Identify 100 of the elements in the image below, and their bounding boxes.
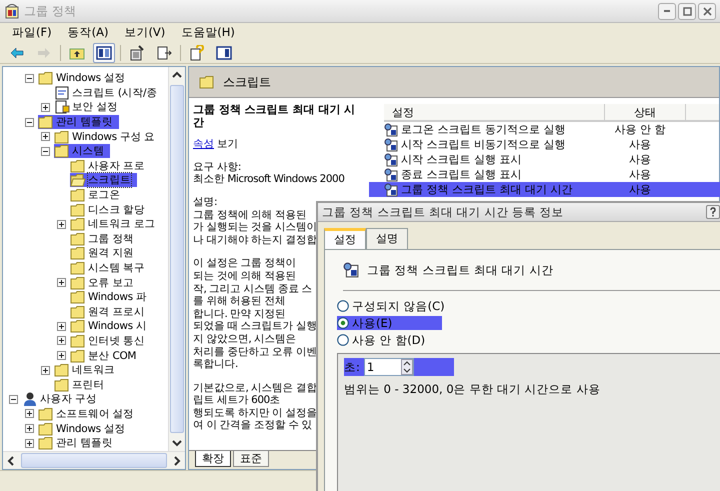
- help-icon: [189, 44, 205, 60]
- help-button[interactable]: [706, 205, 720, 219]
- folder-icon: [38, 422, 54, 436]
- folder-icon: [70, 348, 86, 363]
- folder-icon: [70, 319, 86, 334]
- close-button[interactable]: [698, 2, 716, 20]
- policy-row[interactable]: 로그온 스크립트 동기적으로 실행 사용 안 함: [384, 122, 680, 137]
- tree-item[interactable]: 원격 프로시: [70, 304, 151, 319]
- tree-item[interactable]: 관리 템플릿: [38, 115, 119, 130]
- minimize-button[interactable]: [658, 2, 676, 20]
- tree-item[interactable]: 오류 보고: [70, 276, 140, 290]
- collapse-icon[interactable]: [9, 394, 18, 404]
- tree-item[interactable]: 로그온: [70, 188, 126, 202]
- expand-icon[interactable]: [41, 132, 50, 142]
- tree-item[interactable]: 소프트웨어 설정: [38, 406, 140, 421]
- folder-icon: [38, 71, 54, 86]
- description-paragraph: 기본값으로, 시스템은 결합 립트 세트가 600초 행되도록 하지만 이 설정을 여 이 간격을 조정할 수 있: [193, 382, 318, 432]
- tree-item[interactable]: 분산 COM: [70, 348, 142, 363]
- tree-item[interactable]: 프린터: [54, 378, 110, 392]
- description-label: 설명:: [193, 196, 218, 209]
- tree-item[interactable]: Windows 설정: [38, 422, 132, 436]
- setting-name: 그룹 정책 스크립트 최대 대기 시간: [367, 262, 554, 278]
- menu-item[interactable]: 파일(F): [12, 25, 52, 40]
- expand-icon[interactable]: [57, 322, 66, 331]
- column-header[interactable]: 설정: [384, 104, 605, 120]
- radio-option[interactable]: 사용(E): [337, 316, 442, 330]
- properties-link[interactable]: 속성: [193, 138, 214, 150]
- spin-arrows-icon[interactable]: [400, 359, 413, 375]
- expand-icon[interactable]: [25, 424, 34, 434]
- requirements-label: 요구 사항:: [193, 160, 241, 174]
- close-icon: [702, 6, 712, 16]
- radio-option[interactable]: 구성되지 않음(C): [337, 299, 449, 313]
- user-icon: [22, 392, 38, 406]
- expand-icon[interactable]: [57, 351, 66, 360]
- collapse-icon[interactable]: [41, 146, 50, 156]
- policy-row[interactable]: 종료 스크립트 실행 표시 사용: [384, 167, 680, 182]
- tree-item[interactable]: 디스크 할당: [70, 202, 151, 217]
- tree-item[interactable]: 네트워크 로그: [70, 217, 162, 232]
- menu-item[interactable]: 도움말(H): [181, 25, 235, 40]
- folder-icon: [70, 202, 86, 217]
- help-icon: [708, 207, 718, 217]
- folder-icon: [70, 304, 86, 319]
- script-document-icon: [54, 86, 70, 100]
- policy-row[interactable]: 시작 스크립트 실행 표시 사용: [384, 152, 680, 167]
- folder-icon: [199, 75, 215, 89]
- expand-icon[interactable]: [25, 409, 34, 418]
- radio-option[interactable]: 사용 안 함(D): [337, 333, 430, 347]
- window-title: 그룹 정책: [24, 2, 76, 20]
- tree-item[interactable]: 사용자 구성: [22, 392, 103, 406]
- radio-icon: [337, 317, 349, 329]
- dialog-tab[interactable]: 설명: [366, 228, 408, 249]
- menu-item[interactable]: 보기(V): [124, 25, 166, 40]
- tree-item[interactable]: 사용자 프로: [70, 158, 151, 173]
- policy-row[interactable]: 그룹 정책 스크립트 최대 대기 시간 사용: [369, 182, 720, 197]
- view-tab[interactable]: 표준: [233, 451, 269, 467]
- tree-item[interactable]: 스크립트 (시작/종: [54, 86, 163, 100]
- vertical-scrollbar[interactable]: [168, 67, 185, 451]
- link-text: 보기: [216, 138, 238, 150]
- policy-setting-icon: [384, 168, 398, 182]
- expand-icon[interactable]: [41, 366, 50, 375]
- tree-item[interactable]: Windows 설정: [38, 71, 132, 86]
- collapse-icon[interactable]: [25, 74, 34, 83]
- expand-icon[interactable]: [57, 220, 66, 229]
- tree-item[interactable]: 보안 설정: [54, 100, 124, 114]
- policy-app-icon: [4, 3, 20, 19]
- tree-item[interactable]: 그룹 정책: [70, 232, 140, 246]
- policy-title: 그룹 정책 스크립트 최대 대기 시간: [193, 104, 356, 130]
- policy-row[interactable]: 시작 스크립트 비동기적으로 실행 사용: [384, 137, 680, 152]
- expand-icon[interactable]: [57, 278, 66, 288]
- tree-item[interactable]: Windows 시: [70, 319, 153, 334]
- seconds-spin-field[interactable]: 1: [364, 358, 414, 376]
- tree-item[interactable]: 시스템: [54, 144, 110, 158]
- menu-item[interactable]: 동작(A): [68, 25, 108, 40]
- seconds-label: 초:: [344, 360, 360, 374]
- collapse-icon[interactable]: [25, 118, 34, 127]
- tree-item[interactable]: 인터넷 통신: [70, 334, 151, 348]
- folder-icon: [54, 378, 70, 392]
- tree-item[interactable]: 관리 템플릿: [38, 436, 119, 450]
- export-list-icon: [156, 44, 172, 60]
- tree-item[interactable]: Windows 파: [70, 290, 153, 304]
- policy-setting-icon: [384, 152, 398, 166]
- folder-icon: [70, 261, 86, 276]
- tree-item[interactable]: Windows 구성 요: [54, 130, 161, 144]
- properties-icon: [129, 44, 145, 60]
- maximize-button[interactable]: [678, 2, 696, 20]
- expand-icon[interactable]: [41, 102, 50, 112]
- column-header[interactable]: 상태: [605, 104, 686, 120]
- folder-icon: [70, 290, 86, 304]
- tree-item[interactable]: 시스템 복구: [70, 261, 151, 276]
- expand-icon[interactable]: [57, 336, 66, 346]
- tree-item[interactable]: 네트워크: [54, 363, 121, 378]
- dialog-tab[interactable]: 설정: [324, 228, 366, 249]
- horizontal-scrollbar[interactable]: [3, 451, 185, 469]
- tree-item[interactable]: 스크립트: [70, 173, 137, 188]
- view-tab[interactable]: 확장: [195, 451, 231, 467]
- expand-icon[interactable]: [25, 438, 34, 448]
- show-tree-button[interactable]: [93, 42, 115, 62]
- tree-pane-icon: [96, 44, 112, 60]
- minimize-icon: [664, 10, 670, 12]
- tree-item[interactable]: 원격 지원: [70, 246, 140, 260]
